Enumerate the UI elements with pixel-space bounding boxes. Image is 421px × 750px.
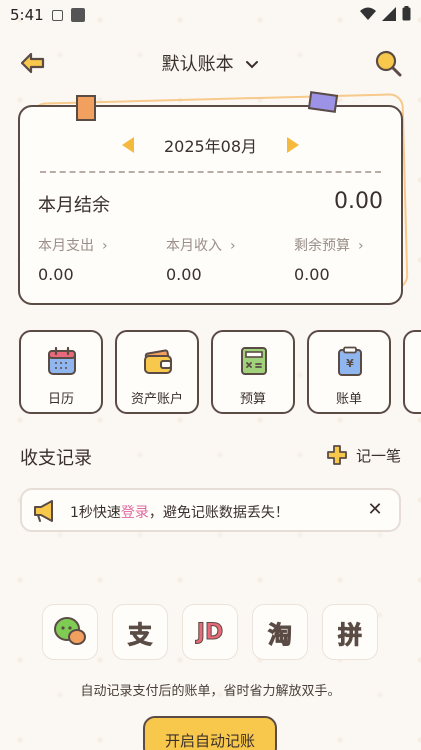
svg-text:¥: ¥ <box>346 357 354 370</box>
search-icon <box>375 50 402 77</box>
calculator-icon <box>241 347 267 375</box>
stat-label: 剩余预算 <box>294 238 350 254</box>
notice-text: 1秒快速登录，避免记账数据丢失！ <box>70 502 289 522</box>
close-icon[interactable]: ✕ <box>365 499 385 521</box>
stat-value: 0.00 <box>166 265 202 284</box>
stat-label: 本月支出 <box>38 238 94 254</box>
pinduoduo-text: 拼 <box>338 620 363 649</box>
ledger-selector[interactable]: 默认账本 <box>0 50 421 76</box>
stat-value: 0.00 <box>294 265 330 284</box>
divider <box>40 171 381 173</box>
status-bar: 5:41 <box>0 0 421 30</box>
tape-decoration <box>76 95 96 121</box>
quick-item-more[interactable] <box>403 330 421 414</box>
jd-text: JD <box>196 619 224 645</box>
notice-suffix: ，避免记账数据丢失！ <box>148 505 289 521</box>
search-button[interactable] <box>373 48 403 78</box>
month-label[interactable]: 2025年08月 <box>164 133 257 157</box>
alipay-icon: 支 <box>112 604 168 660</box>
wallet-icon <box>144 349 172 374</box>
wifi-icon <box>360 7 376 20</box>
pinduoduo-icon: 拼 <box>322 604 378 660</box>
stat-expense[interactable]: 本月支出 › <box>38 235 108 255</box>
add-record-label: 记一笔 <box>355 446 401 465</box>
quick-item-label: 资产账户 <box>130 392 183 407</box>
alipay-text: 支 <box>128 620 153 649</box>
header: 默认账本 <box>0 42 421 82</box>
chevron-down-icon <box>246 61 259 69</box>
plus-icon <box>327 445 347 465</box>
taobao-text: 淘 <box>268 620 293 649</box>
balance-label: 本月结余 <box>38 195 110 216</box>
payment-apps: 支 JD 淘 拼 <box>42 604 382 660</box>
megaphone-icon <box>34 500 53 522</box>
battery-icon <box>402 6 411 21</box>
quick-item-bills[interactable]: ¥ 账单 <box>307 330 391 414</box>
month-switcher: 2025年08月 <box>20 133 401 157</box>
notification-a-icon <box>51 9 63 21</box>
quick-item-label: 日历 <box>47 392 74 407</box>
login-link[interactable]: 登录 <box>121 505 149 521</box>
add-record-button[interactable]: 记一笔 <box>326 442 401 468</box>
stat-label: 本月收入 <box>166 238 222 254</box>
ledger-title: 默认账本 <box>161 54 234 75</box>
stat-budget[interactable]: 剩余预算 › <box>294 235 364 255</box>
summary-card: 2025年08月 本月结余 0.00 本月支出 › 0.00 本月收入 › 0.00… <box>18 91 403 305</box>
quick-item-calendar[interactable]: 日历 <box>19 330 103 414</box>
status-time: 5:41 <box>10 6 44 24</box>
bill-icon: ¥ <box>338 346 362 376</box>
taobao-icon: 淘 <box>252 604 308 660</box>
login-notice: 1秒快速登录，避免记账数据丢失！ ✕ <box>20 488 401 532</box>
next-month-button[interactable] <box>287 137 300 153</box>
auto-record-description: 自动记录支付后的账单，省时省力解放双手。 <box>80 684 341 699</box>
enable-auto-record-button[interactable]: 开启自动记账 <box>143 716 277 750</box>
balance-value: 0.00 <box>334 189 383 214</box>
jd-icon: JD <box>182 604 238 660</box>
stat-income[interactable]: 本月收入 › <box>166 235 236 255</box>
tape-decoration <box>307 91 339 113</box>
quick-menu: 日历 资产账户 预算 ¥ 账单 <box>18 330 421 416</box>
calendar-icon <box>48 346 76 375</box>
quick-item-label: 账单 <box>335 392 362 407</box>
chevron-right-icon: › <box>358 238 364 254</box>
wechat-icon <box>42 604 98 660</box>
notification-square-icon <box>70 8 85 22</box>
chevron-right-icon: › <box>102 238 108 254</box>
quick-item-accounts[interactable]: 资产账户 <box>115 330 199 414</box>
stat-value: 0.00 <box>38 265 74 284</box>
records-title: 收支记录 <box>20 448 92 469</box>
quick-item-label: 预算 <box>239 392 266 407</box>
signal-icon <box>382 6 396 21</box>
chevron-right-icon: › <box>230 238 236 254</box>
quick-item-budget[interactable]: 预算 <box>211 330 295 414</box>
prev-month-button[interactable] <box>121 137 134 153</box>
notice-prefix: 1秒快速 <box>70 505 121 521</box>
